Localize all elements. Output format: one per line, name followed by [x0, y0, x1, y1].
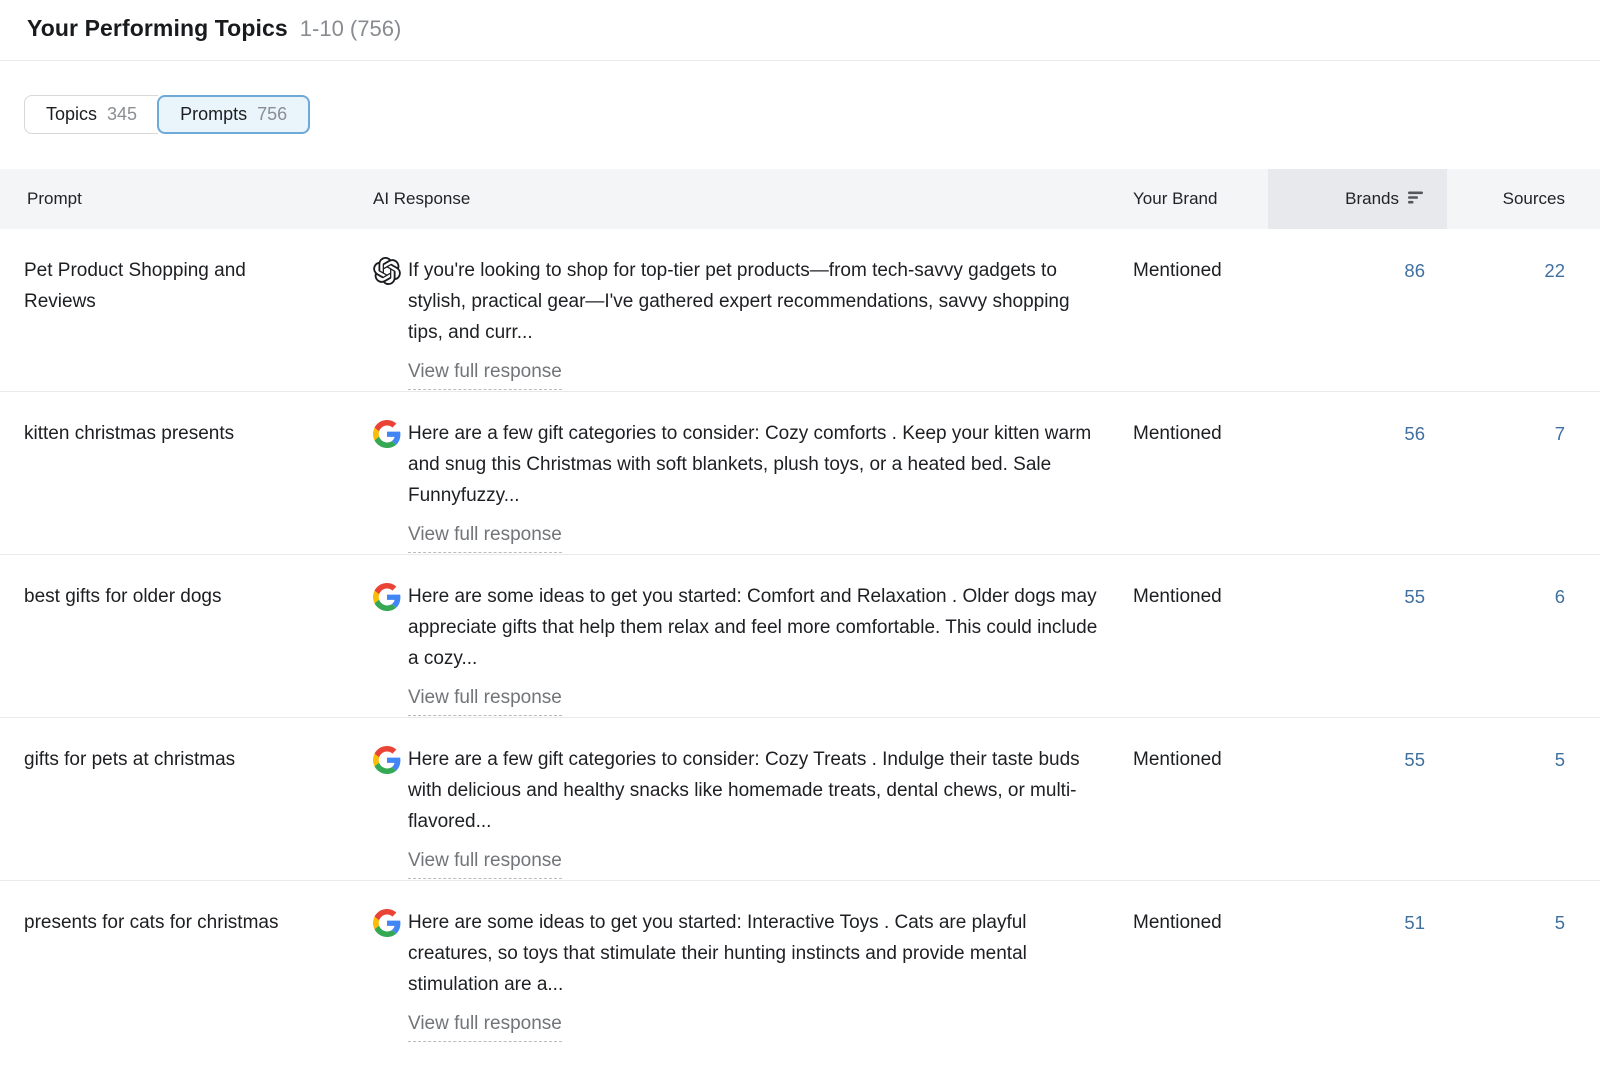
- column-header-brands[interactable]: Brands: [1268, 169, 1447, 229]
- column-header-prompt: Prompt: [0, 169, 373, 229]
- response-snippet: Here are a few gift categories to consid…: [408, 744, 1100, 837]
- response-snippet: Here are some ideas to get you started: …: [408, 581, 1100, 674]
- sources-count-link[interactable]: 5: [1555, 749, 1565, 770]
- sources-cell: 6: [1447, 555, 1600, 717]
- ai-response-cell: Here are a few gift categories to consid…: [373, 392, 1133, 554]
- sources-cell: 5: [1447, 881, 1600, 1065]
- response-snippet: If you're looking to shop for top-tier p…: [408, 255, 1100, 348]
- tab-prompts-count: 756: [257, 104, 287, 125]
- view-full-response-link[interactable]: View full response: [408, 1008, 562, 1042]
- brands-count-link[interactable]: 86: [1404, 260, 1425, 281]
- response-snippet: Here are some ideas to get you started: …: [408, 907, 1100, 1000]
- tab-topics-label: Topics: [46, 104, 97, 125]
- google-icon: [373, 909, 401, 937]
- view-full-response-link[interactable]: View full response: [408, 845, 562, 879]
- prompt-text: kitten christmas presents: [24, 423, 234, 444]
- sources-count-link[interactable]: 5: [1555, 912, 1565, 933]
- sources-cell: 7: [1447, 392, 1600, 554]
- prompt-text: gifts for pets at christmas: [24, 749, 235, 770]
- your-brand-cell: Mentioned: [1133, 392, 1268, 554]
- brands-cell: 55: [1268, 555, 1447, 717]
- table-row: Pet Product Shopping and Reviews If you'…: [0, 229, 1600, 392]
- sources-count-link[interactable]: 22: [1544, 260, 1565, 281]
- brands-cell: 86: [1268, 229, 1447, 391]
- table-row: best gifts for older dogs Here are some …: [0, 555, 1600, 718]
- sources-count-link[interactable]: 6: [1555, 586, 1565, 607]
- tab-topics-count: 345: [107, 104, 137, 125]
- prompt-cell: presents for cats for christmas: [0, 881, 373, 1065]
- your-brand-cell: Mentioned: [1133, 229, 1268, 391]
- tab-prompts-label: Prompts: [180, 104, 247, 125]
- prompt-text: presents for cats for christmas: [24, 912, 278, 933]
- prompt-cell: kitten christmas presents: [0, 392, 373, 554]
- table-row: presents for cats for christmas Here are…: [0, 881, 1600, 1065]
- prompt-text: best gifts for older dogs: [24, 586, 222, 607]
- table-body: Pet Product Shopping and Reviews If you'…: [0, 229, 1600, 1065]
- google-icon: [373, 583, 401, 611]
- openai-icon: [373, 257, 401, 285]
- your-brand-cell: Mentioned: [1133, 718, 1268, 880]
- prompt-cell: gifts for pets at christmas: [0, 718, 373, 880]
- prompt-cell: best gifts for older dogs: [0, 555, 373, 717]
- sources-cell: 22: [1447, 229, 1600, 391]
- column-header-ai-response: AI Response: [373, 169, 1133, 229]
- column-header-your-brand: Your Brand: [1133, 169, 1268, 229]
- ai-response-cell: Here are a few gift categories to consid…: [373, 718, 1133, 880]
- google-icon: [373, 746, 401, 774]
- performing-topics-panel: Your Performing Topics 1-10 (756) Topics…: [0, 0, 1600, 1065]
- tab-prompts[interactable]: Prompts 756: [157, 95, 310, 134]
- brands-count-link[interactable]: 56: [1404, 423, 1425, 444]
- sources-count-link[interactable]: 7: [1555, 423, 1565, 444]
- prompts-table: Prompt AI Response Your Brand Brands Sou…: [0, 169, 1600, 1065]
- column-header-sources: Sources: [1447, 169, 1600, 229]
- pagination-range: 1-10 (756): [300, 16, 402, 42]
- prompt-text: Pet Product Shopping and Reviews: [24, 260, 246, 312]
- page-title: Your Performing Topics: [27, 15, 288, 42]
- table-header-row: Prompt AI Response Your Brand Brands Sou…: [0, 169, 1600, 229]
- your-brand-cell: Mentioned: [1133, 881, 1268, 1065]
- tab-topics[interactable]: Topics 345: [24, 95, 158, 134]
- brands-count-link[interactable]: 51: [1404, 912, 1425, 933]
- your-brand-cell: Mentioned: [1133, 555, 1268, 717]
- brands-cell: 56: [1268, 392, 1447, 554]
- prompt-cell: Pet Product Shopping and Reviews: [0, 229, 373, 391]
- table-row: kitten christmas presents Here are a few…: [0, 392, 1600, 555]
- sort-descending-icon: [1408, 189, 1425, 209]
- brands-cell: 55: [1268, 718, 1447, 880]
- ai-response-cell: If you're looking to shop for top-tier p…: [373, 229, 1133, 391]
- brands-count-link[interactable]: 55: [1404, 586, 1425, 607]
- sources-cell: 5: [1447, 718, 1600, 880]
- view-full-response-link[interactable]: View full response: [408, 356, 562, 390]
- google-icon: [373, 420, 401, 448]
- ai-response-cell: Here are some ideas to get you started: …: [373, 881, 1133, 1065]
- brands-cell: 51: [1268, 881, 1447, 1065]
- response-snippet: Here are a few gift categories to consid…: [408, 418, 1100, 511]
- view-full-response-link[interactable]: View full response: [408, 519, 562, 553]
- column-header-brands-label: Brands: [1345, 189, 1399, 209]
- topics-prompts-toggle: Topics 345 Prompts 756: [24, 95, 310, 134]
- view-full-response-link[interactable]: View full response: [408, 682, 562, 716]
- brands-count-link[interactable]: 55: [1404, 749, 1425, 770]
- ai-response-cell: Here are some ideas to get you started: …: [373, 555, 1133, 717]
- page-header: Your Performing Topics 1-10 (756): [0, 0, 1600, 61]
- table-row: gifts for pets at christmas Here are a f…: [0, 718, 1600, 881]
